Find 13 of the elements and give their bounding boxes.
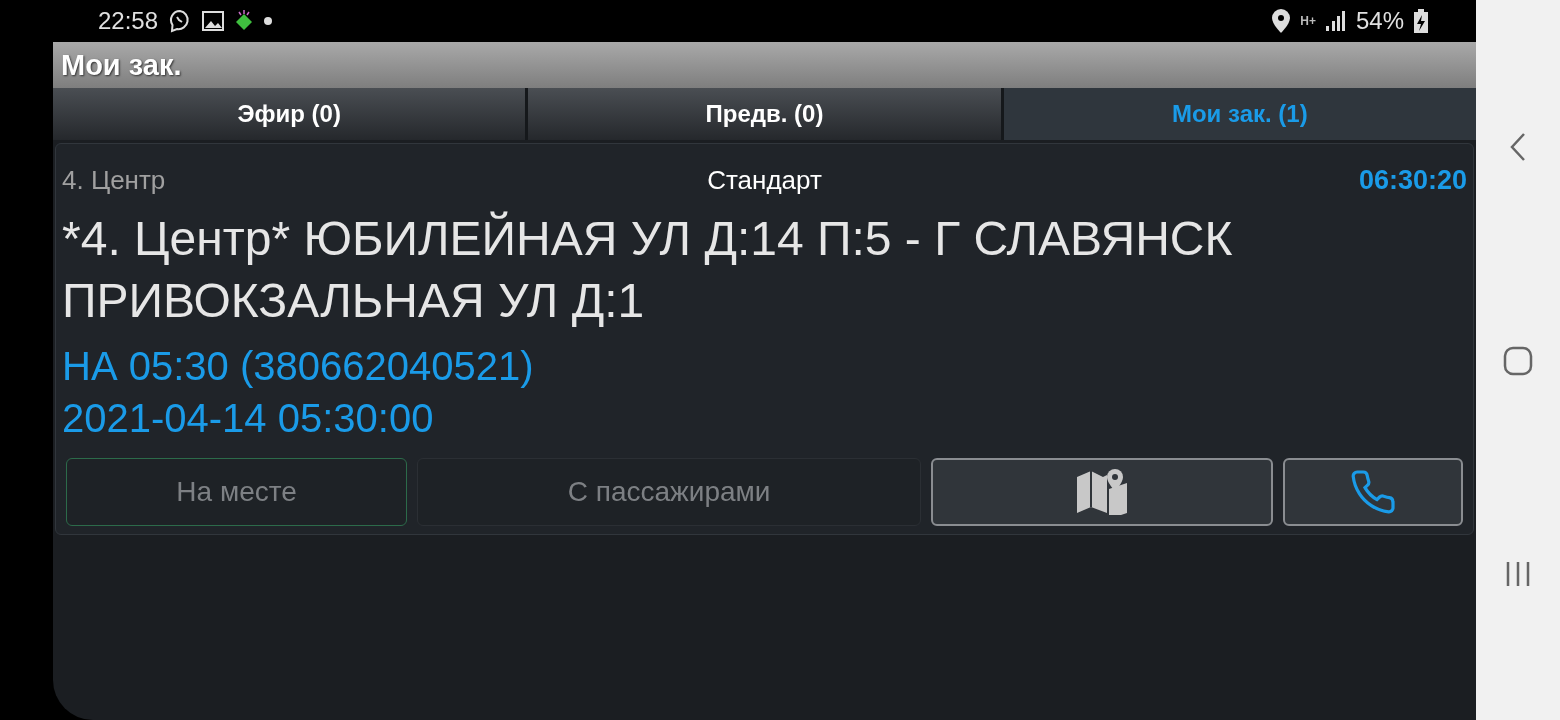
- pickup-info: НА 05:30 (380662040521): [62, 343, 535, 390]
- tab[interactable]: Мои зак. (1): [1003, 88, 1476, 140]
- clock: 22:58: [98, 7, 159, 35]
- route-address: *4. Центр* ЮБИЛЕЙНАЯ УЛ Д:14 П:5 - Г СЛАВЯНСК ПРИВОКЗАЛЬНАЯ УЛ Д:1: [62, 210, 1234, 329]
- network-type: H+: [1300, 15, 1316, 27]
- screen-title: Мои зак.: [61, 48, 182, 82]
- timer: 06:30:20: [1358, 164, 1467, 196]
- tariff: Стандарт: [707, 164, 822, 196]
- tab[interactable]: Предв. (0): [528, 88, 1001, 140]
- district: 4. Центр: [62, 164, 166, 196]
- order-datetime: 2021-04-14 05:30:00: [62, 395, 435, 442]
- battery-percent: 54%: [1355, 7, 1404, 35]
- tab[interactable]: Эфир (0): [53, 88, 526, 140]
